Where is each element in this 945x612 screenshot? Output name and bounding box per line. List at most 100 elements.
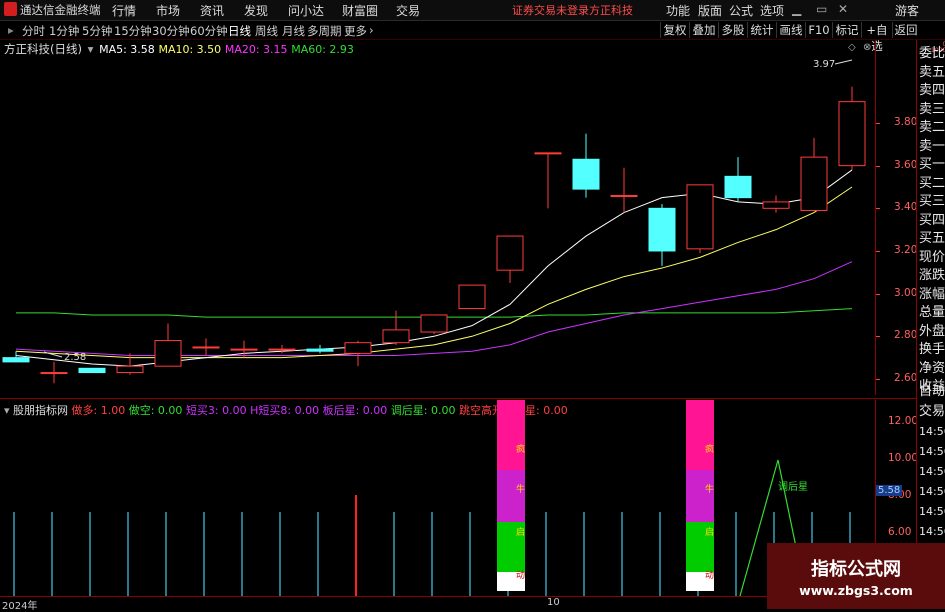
close-icon[interactable]: ✕ — [838, 2, 848, 16]
indicator-tick: 6.00 — [888, 526, 912, 538]
candle-down — [648, 207, 676, 252]
period-tab-1min[interactable]: 1分钟 — [49, 23, 79, 39]
tool-f10[interactable]: F10 — [805, 22, 832, 38]
tool-statistics[interactable]: 统计 — [747, 22, 776, 38]
quote-field-label: 外盘 — [919, 323, 945, 339]
watermark-title: 指标公式网 — [811, 559, 901, 580]
price-tick-mark — [876, 378, 880, 380]
menu-item-ask[interactable]: 问小达 — [288, 2, 324, 19]
month-label: 10 — [547, 597, 560, 608]
candle-down — [724, 175, 752, 199]
menu-item-trade[interactable]: 交易 — [396, 2, 420, 19]
minimize-icon[interactable]: ▁ — [792, 2, 801, 16]
price-tick: 3.40 — [894, 201, 918, 214]
period-tab-monthly[interactable]: 月线 — [282, 23, 305, 39]
tool-back[interactable]: 返回 — [892, 22, 919, 38]
candle-up — [192, 346, 220, 349]
menu-item-layout[interactable]: 版面 — [698, 2, 722, 19]
trade-login-notice[interactable]: 证券交易未登录 — [512, 2, 589, 18]
auto-trade-label[interactable]: 交易 — [919, 404, 945, 419]
menu-item-wealth[interactable]: 财富圈 — [342, 2, 378, 19]
tool-draw-line[interactable]: 画线 — [776, 22, 805, 38]
indicator-current-value: 5.58 — [876, 485, 903, 496]
indicator-tick: 12.00 — [888, 415, 919, 427]
period-tab-more[interactable]: 更多 — [344, 23, 367, 39]
period-tab-5min[interactable]: 5分钟 — [82, 23, 112, 39]
quote-field-label: 买五 — [919, 231, 945, 246]
quote-field-label: 换手 — [919, 342, 945, 357]
period-tab-daily[interactable]: 日线 — [228, 23, 251, 39]
menu-item-discover[interactable]: 发现 — [244, 2, 268, 19]
candle-down — [2, 357, 30, 363]
candle-up — [838, 101, 866, 167]
ma20-line — [15, 261, 853, 356]
candle-up — [534, 152, 562, 155]
price-tick: 3.20 — [894, 243, 918, 256]
candle-up — [154, 340, 182, 367]
quote-field-label: 委比 — [919, 46, 945, 61]
column-char: 疯 — [705, 443, 714, 455]
quote-field-label: 净资 — [919, 360, 945, 376]
low-price-pointer — [43, 351, 63, 358]
price-tick: 3.60 — [894, 158, 918, 171]
tick-time: 14:56 — [919, 425, 945, 438]
period-tab-15min[interactable]: 15分钟 — [114, 23, 152, 39]
guest-label[interactable]: 游客 — [895, 2, 919, 19]
menu-item-formula[interactable]: 公式 — [729, 2, 753, 19]
quote-field-label: 涨幅 — [919, 286, 945, 302]
tool-multi-stock[interactable]: 多股 — [718, 22, 747, 38]
candlestick-chart[interactable]: 3.97 2.58 — [0, 40, 875, 398]
column-char: 动 — [516, 570, 525, 581]
candle-up — [800, 156, 828, 211]
star-label: 调后星 — [778, 481, 808, 493]
menu-bar: 通达信金融终端 行情 市场 资讯 发现 问小达 财富圈 交易 证券交易未登录 方… — [0, 0, 945, 21]
quote-field-label: 买四 — [919, 212, 945, 228]
period-left-arrow-icon[interactable]: ▸ — [8, 23, 14, 37]
column-top-segment — [686, 400, 714, 470]
price-tick-mark — [876, 336, 880, 338]
candle-down — [306, 348, 334, 352]
app-logo-icon — [4, 2, 17, 16]
price-axis: 3.80 3.60 3.40 3.20 3.00 2.80 2.60 — [875, 40, 918, 395]
tick-time: 14:56 — [919, 525, 945, 538]
price-tick: 2.60 — [894, 371, 918, 384]
candle-up — [610, 195, 638, 198]
high-price-pointer — [834, 59, 853, 65]
menu-item-market[interactable]: 市场 — [156, 2, 180, 19]
menu-item-news[interactable]: 资讯 — [200, 2, 224, 19]
more-chevron-icon[interactable]: › — [369, 23, 374, 37]
menu-item-function[interactable]: 功能 — [666, 2, 690, 19]
period-tab-intraday[interactable]: 分时 — [22, 23, 45, 39]
period-tab-60min[interactable]: 60分钟 — [190, 23, 228, 39]
quote-field-label: 卖二 — [919, 120, 945, 135]
quote-field-label: 买二 — [919, 175, 945, 191]
price-tick-mark — [876, 123, 880, 124]
menu-item-options[interactable]: 选项 — [760, 2, 784, 19]
menu-item-market-quote[interactable]: 行情 — [112, 2, 136, 19]
quote-field-label: 卖五 — [919, 64, 945, 80]
column-char: 启 — [516, 526, 525, 538]
candle-up — [458, 284, 486, 310]
quote-field-label: 涨跌 — [919, 268, 945, 283]
indicator-tick: 10.00 — [888, 452, 919, 464]
period-toolbar: ▸ 分时 1分钟 5分钟 15分钟 30分钟 60分钟 日线 周线 月线 多周期… — [0, 21, 945, 53]
column-char: 疯 — [516, 443, 525, 455]
tool-mark[interactable]: 标记 — [832, 22, 861, 38]
period-tab-multi[interactable]: 多周期 — [307, 23, 342, 39]
app-title: 通达信金融终端 — [20, 3, 101, 17]
candle-up — [496, 235, 524, 271]
candle-up — [762, 201, 790, 209]
candle-up — [230, 348, 258, 351]
candle-up — [686, 184, 714, 250]
indicator-chart[interactable]: 疯牛启动 疯牛启动 调后星 — [0, 400, 875, 596]
watermark-banner: 指标公式网 www.zbgs3.com — [767, 543, 945, 609]
tool-add-favorite[interactable]: +自选 — [861, 22, 892, 53]
period-tab-30min[interactable]: 30分钟 — [152, 23, 190, 39]
tool-overlay[interactable]: 叠加 — [689, 22, 718, 38]
auto-trade-label[interactable]: 自动 — [919, 384, 945, 399]
tool-restore-rights[interactable]: 复权 — [660, 22, 689, 38]
year-label: 2024年 — [2, 601, 38, 612]
maximize-icon[interactable]: ▭ — [816, 2, 827, 16]
quote-field-label: 卖一 — [919, 138, 945, 154]
period-tab-weekly[interactable]: 周线 — [255, 23, 278, 39]
